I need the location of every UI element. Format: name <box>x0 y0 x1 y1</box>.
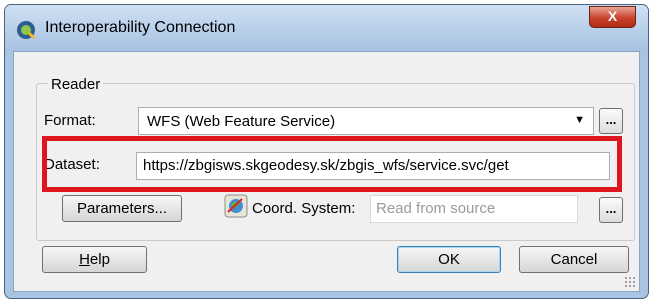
help-label-rest: elp <box>89 251 110 268</box>
reader-group-label: Reader <box>48 76 104 93</box>
format-browse-button[interactable]: ... <box>599 108 623 134</box>
help-mnemonic: H <box>79 251 90 268</box>
format-dropdown-value: WFS (Web Feature Service) <box>147 113 336 130</box>
coord-system-input[interactable]: Read from source <box>370 195 578 223</box>
chevron-down-icon: ▼ <box>574 114 585 126</box>
dialog-title: Interoperability Connection <box>45 19 236 36</box>
qgis-app-icon <box>17 21 36 40</box>
ok-button[interactable]: OK <box>397 246 501 273</box>
dialog-body: Reader Format: WFS (Web Feature Service)… <box>13 51 640 292</box>
coord-system-icon[interactable] <box>224 194 248 218</box>
resize-grip[interactable] <box>624 276 636 288</box>
title-bar[interactable]: Interoperability Connection X <box>5 5 648 51</box>
parameters-button[interactable]: Parameters... <box>62 195 182 222</box>
dialog-window: Interoperability Connection X Reader For… <box>4 4 649 299</box>
cancel-button[interactable]: Cancel <box>519 246 629 273</box>
highlight-box <box>42 136 622 192</box>
help-button[interactable]: Help <box>42 246 147 273</box>
format-dropdown[interactable]: WFS (Web Feature Service) ▼ <box>138 107 594 135</box>
close-button[interactable]: X <box>589 6 636 28</box>
coord-system-label: Coord. System: <box>252 200 356 217</box>
format-label: Format: <box>44 112 96 129</box>
coord-browse-button[interactable]: ... <box>599 197 623 223</box>
